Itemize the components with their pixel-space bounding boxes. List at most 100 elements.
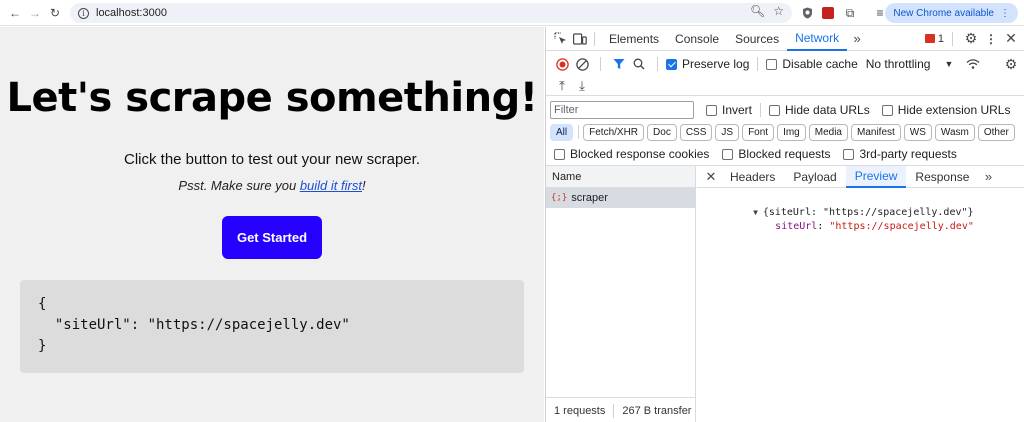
preview-value: "https://spacejelly.dev" (829, 221, 974, 232)
hide-extension-urls-label: Hide extension URLs (897, 103, 1011, 117)
throttling-dropdown-icon[interactable]: ▼ (944, 59, 953, 69)
transferred-size: 267 B transfer (622, 404, 692, 417)
reload-icon[interactable]: ↻ (44, 2, 66, 24)
shield-extension-icon[interactable] (801, 5, 813, 21)
get-started-button[interactable]: Get Started (222, 216, 322, 259)
tab-network[interactable]: Network (787, 27, 848, 51)
third-party-checkbox[interactable] (843, 148, 855, 160)
type-chip[interactable]: WS (903, 123, 932, 141)
request-name: scraper (571, 192, 608, 204)
type-chip[interactable]: Doc (647, 123, 677, 141)
tip-text: Psst. Make sure you build it first! (0, 178, 544, 193)
more-tabs-chevron-icon[interactable]: » (847, 29, 867, 49)
fetch-request-icon: {;} (551, 193, 568, 203)
hide-extension-urls-checkbox[interactable] (881, 104, 893, 116)
preview-property: siteUrl: "https://spacejelly.dev" (727, 210, 974, 243)
disable-cache-label: Disable cache (782, 57, 858, 71)
blocked-requests-checkbox[interactable] (722, 148, 734, 160)
site-info-icon[interactable]: i (78, 7, 89, 19)
filter-separator (760, 103, 762, 117)
tab-sources[interactable]: Sources (727, 27, 787, 51)
update-label: New Chrome available (893, 7, 994, 19)
tab-elements[interactable]: Elements (601, 27, 667, 51)
tip-suffix: ! (361, 178, 366, 193)
throttling-select[interactable]: No throttling (866, 57, 931, 71)
toolbar-separator (657, 57, 658, 71)
request-detail: ✕ Headers Payload Preview Response » ▼ {… (697, 165, 1024, 422)
issues-badge[interactable]: 1 (924, 32, 944, 45)
toolbar-separator (757, 57, 759, 71)
issues-count: 1 (937, 32, 944, 45)
search-icon[interactable] (629, 54, 649, 74)
more-detail-tabs-icon[interactable]: » (978, 167, 998, 187)
issue-icon (924, 34, 935, 43)
page-heading: Let's scrape something! (6, 75, 538, 121)
toolbar-separator (600, 57, 601, 71)
type-chip[interactable]: CSS (679, 123, 713, 141)
clear-icon[interactable] (572, 54, 592, 74)
type-chip[interactable]: All (550, 123, 574, 141)
filter-row: Filter Invert Hide data URLs Hide extens… (546, 99, 1024, 121)
devtools-tab-bar: Elements Console Sources Network » 1 ⚙ ⋮… (546, 27, 1024, 51)
request-list: Name {;} scraper 1 requests 267 B transf… (546, 166, 696, 422)
tab-console[interactable]: Console (667, 27, 727, 51)
tab-separator (594, 31, 595, 46)
preserve-log-label: Preserve log (682, 57, 750, 71)
summary-separator (613, 403, 615, 418)
disable-cache-checkbox[interactable] (766, 58, 778, 70)
tab-payload[interactable]: Payload (784, 166, 845, 188)
import-har-icon[interactable]: ⤒ (552, 76, 572, 96)
back-icon[interactable]: ← (4, 2, 26, 24)
kebab-menu-icon[interactable]: ⋮ (981, 29, 1001, 49)
type-chip[interactable]: JS (715, 123, 740, 141)
red-extension-icon[interactable] (821, 5, 834, 21)
blocked-requests-label: Blocked requests (738, 147, 831, 161)
build-it-first-link[interactable]: build it first (300, 178, 362, 193)
inspect-element-icon[interactable] (550, 29, 570, 49)
type-chip[interactable]: Img (777, 123, 806, 141)
invert-label: Invert (722, 103, 753, 117)
tab-response[interactable]: Response (906, 166, 978, 188)
tab-separator (952, 31, 953, 46)
filter-input[interactable]: Filter (550, 101, 694, 119)
network-conditions-icon[interactable] (963, 54, 983, 74)
lead-text: Click the button to test out your new sc… (124, 151, 420, 168)
filter-funnel-icon[interactable] (609, 54, 629, 74)
network-split-view: Name {;} scraper 1 requests 267 B transf… (546, 165, 1024, 422)
invert-checkbox[interactable] (706, 104, 717, 116)
blocked-cookies-checkbox[interactable] (554, 148, 565, 160)
update-chrome-button[interactable]: New Chrome available ⋮ (885, 3, 1018, 23)
devtools-panel: Elements Console Sources Network » 1 ⚙ ⋮… (545, 27, 1024, 422)
forward-icon[interactable]: → (24, 2, 46, 24)
name-column-header[interactable]: Name (546, 166, 695, 188)
export-har-icon[interactable]: ⤓ (572, 76, 592, 96)
type-chip[interactable]: Fetch/XHR (583, 123, 645, 141)
zoom-icon[interactable]: 🔍︎ (750, 4, 765, 18)
address-bar[interactable]: i localhost:3000 🔍︎ ☆ (70, 3, 792, 23)
network-settings-gear-icon[interactable]: ⚙ (1001, 54, 1021, 74)
preserve-log-checkbox[interactable] (666, 58, 677, 70)
network-summary: 1 requests 267 B transfer (546, 397, 696, 422)
hide-data-urls-checkbox[interactable] (769, 104, 781, 116)
puzzle-extension-icon[interactable]: ⧉ (843, 5, 857, 21)
tab-headers[interactable]: Headers (721, 166, 784, 188)
tab-preview[interactable]: Preview (845, 165, 907, 188)
type-chip[interactable]: Font (742, 123, 775, 141)
device-toolbar-icon[interactable] (570, 29, 590, 49)
request-row[interactable]: {;} scraper (546, 188, 695, 208)
chip-separator (578, 125, 580, 139)
type-chip[interactable]: Manifest (851, 123, 901, 141)
type-chip[interactable]: Other (977, 123, 1015, 141)
resource-type-filters: All Fetch/XHR Doc CSS JS Font Img Media … (546, 122, 1024, 142)
blocked-cookies-label: Blocked response cookies (570, 147, 710, 161)
settings-gear-icon[interactable]: ⚙ (961, 29, 981, 49)
close-devtools-icon[interactable]: ✕ (1001, 29, 1021, 49)
type-chip[interactable]: Media (808, 123, 848, 141)
close-detail-icon[interactable]: ✕ (701, 167, 721, 187)
third-party-label: 3rd-party requests (859, 147, 957, 161)
address-url: localhost:3000 (96, 7, 167, 19)
record-stop-icon[interactable] (552, 54, 572, 74)
type-chip[interactable]: Wasm (934, 123, 975, 141)
bookmark-star-icon[interactable]: ☆ (773, 4, 784, 18)
network-toolbar: Preserve log Disable cache No throttling… (546, 52, 1024, 76)
